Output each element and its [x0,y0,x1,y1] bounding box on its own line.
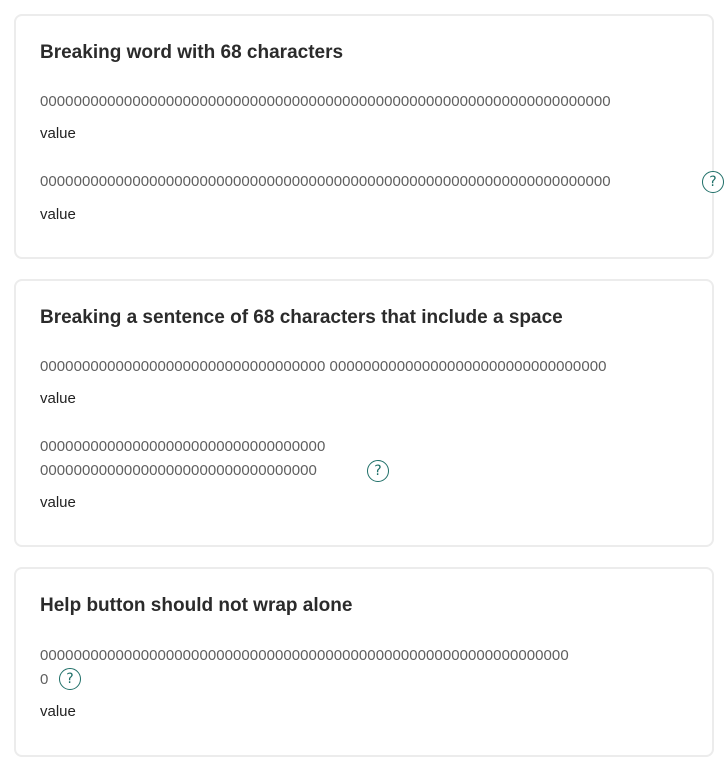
field-label-with-help: 0000000000000000000000000000000000000000… [40,173,611,190]
card-title: Breaking a sentence of 68 characters tha… [40,307,563,328]
help-button[interactable]: ? [59,668,81,690]
field-label-line-1: 0000000000000000000000000000000000 [40,438,326,455]
field-label: 0000000000000000000000000000000000000000… [40,93,611,110]
field-label-line-2: 000000000000000000000000000000000 [40,462,317,479]
field-label: 0000000000000000000000000000000000 00000… [40,358,607,375]
card-help-no-wrap: Help button should not wrap alone 000000… [14,567,714,757]
field-value: value [40,703,76,720]
field-value: value [40,494,76,511]
help-button[interactable]: ? [367,460,389,482]
field-value: value [40,125,76,142]
card-title: Breaking word with 68 characters [40,42,344,63]
help-button[interactable]: ? [702,171,724,193]
card-title: Help button should not wrap alone [40,595,353,616]
field-label-line-2: 0 [40,671,49,688]
field-label-line-1: 0000000000000000000000000000000000000000… [40,647,569,664]
field-value: value [40,206,76,223]
field-value: value [40,390,76,407]
card-breaking-word: Breaking word with 68 characters 0000000… [14,14,724,259]
card-breaking-sentence: Breaking a sentence of 68 characters tha… [14,279,714,547]
